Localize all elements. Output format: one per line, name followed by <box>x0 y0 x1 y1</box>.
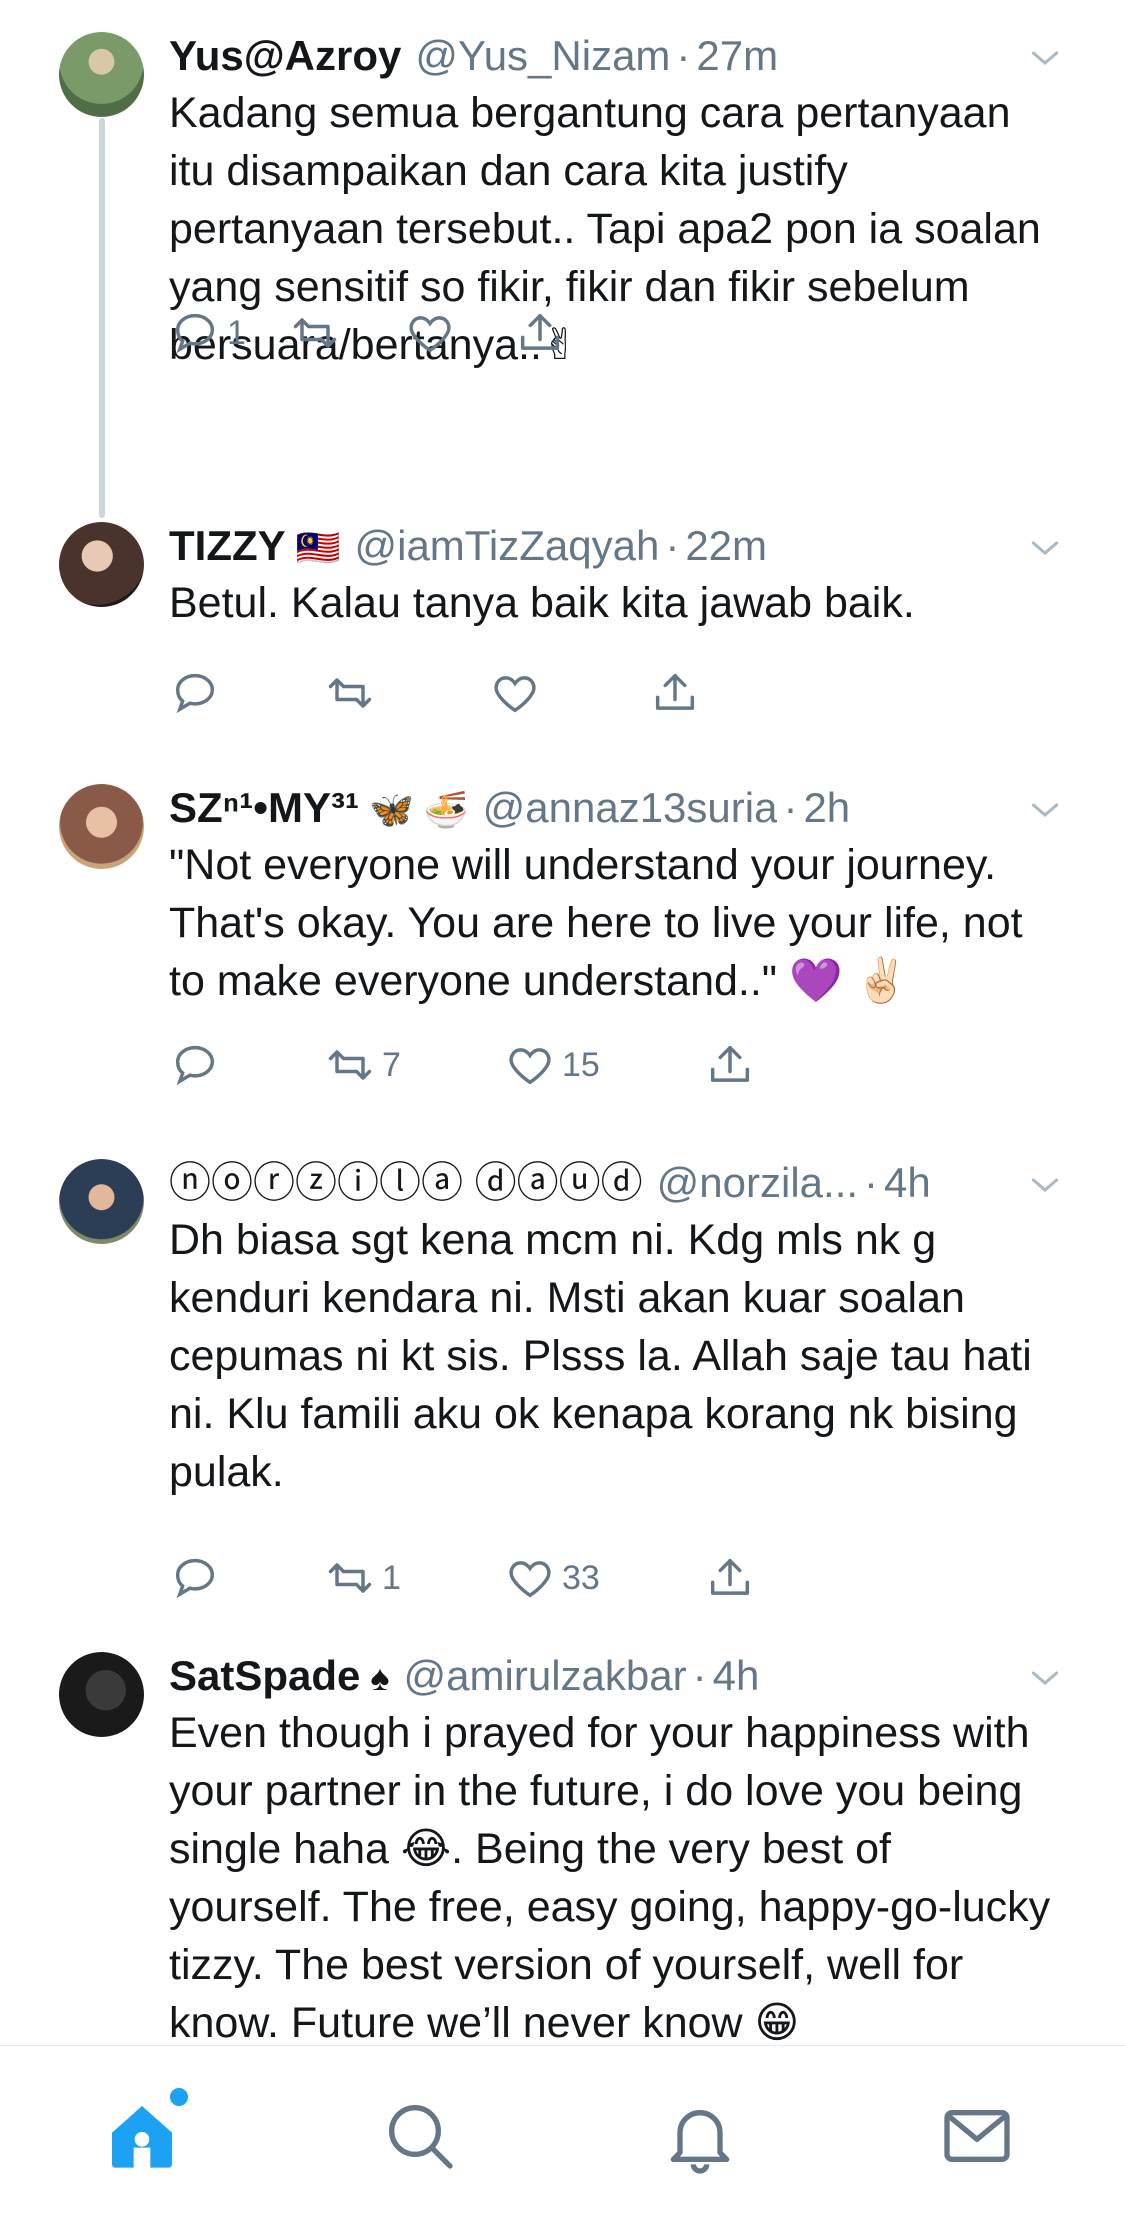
timestamp[interactable]: 2h <box>803 780 850 836</box>
share-button[interactable] <box>514 303 566 363</box>
share-icon <box>710 1045 750 1082</box>
share-button[interactable] <box>704 1548 756 1608</box>
bottom-tab-bar <box>0 2045 1125 2215</box>
retweet-icon <box>293 318 337 348</box>
tab-home[interactable] <box>102 2088 188 2176</box>
retweet-count: 1 <box>382 1558 401 1597</box>
thread-connector-line <box>99 118 105 518</box>
tweet-actions <box>169 663 769 723</box>
retweet-button[interactable] <box>289 303 347 363</box>
reply-icon <box>175 1045 215 1086</box>
reply-button[interactable] <box>169 663 227 723</box>
timestamp[interactable]: 4h <box>713 1648 760 1704</box>
username[interactable]: @amirulzakbar <box>404 1648 687 1704</box>
display-name[interactable]: SatSpade <box>169 1648 360 1704</box>
like-button[interactable] <box>489 663 547 723</box>
username[interactable]: @annaz13suria <box>483 780 778 836</box>
retweet-icon <box>328 678 372 708</box>
tweet-actions: 1 <box>169 303 769 363</box>
reply-button[interactable]: 1 <box>169 303 246 363</box>
username[interactable]: @norzila... <box>657 1155 858 1211</box>
search-icon <box>389 2105 453 2169</box>
reply-button[interactable] <box>169 1035 227 1095</box>
spade-emoji: ♠ <box>370 1657 390 1698</box>
avatar[interactable] <box>59 32 144 117</box>
display-name[interactable]: SZⁿ¹•MY³¹ <box>169 780 359 836</box>
like-button[interactable]: 15 <box>504 1035 600 1095</box>
tab-notifications[interactable] <box>660 2096 740 2176</box>
reply-count: 1 <box>227 313 246 352</box>
tweet-header: TIZZY 🇲🇾 @iamTizZaqyah · 22m <box>169 518 1065 574</box>
tweet-text: Dh biasa sgt kena mcm ni. Kdg mls nk g k… <box>169 1216 1032 1496</box>
share-icon <box>520 313 560 350</box>
flag-emoji: 🇲🇾 <box>295 527 341 568</box>
like-button[interactable]: 33 <box>504 1548 600 1608</box>
tweet-header: SZⁿ¹•MY³¹ 🦋 🍜 @annaz13suria · 2h <box>169 780 1065 836</box>
chevron-down-icon[interactable] <box>1025 790 1065 830</box>
tweet-text: "Not everyone will understand your journ… <box>169 841 1023 1005</box>
heart-icon <box>409 316 451 353</box>
share-icon <box>655 673 695 710</box>
username[interactable]: @iamTizZaqyah <box>354 518 659 574</box>
display-name[interactable]: ⓝⓞⓡⓩⓘⓛⓐ ⓓⓐⓤⓓ <box>169 1155 643 1211</box>
mail-icon <box>944 2110 1010 2162</box>
chevron-down-icon[interactable] <box>1025 38 1065 78</box>
share-icon <box>710 1558 750 1595</box>
avatar[interactable] <box>59 522 144 607</box>
timestamp[interactable]: 22m <box>685 518 767 574</box>
separator-dot: · <box>783 784 798 831</box>
tab-search[interactable] <box>380 2096 460 2176</box>
name-emoji: 🦋 🍜 <box>368 789 469 830</box>
share-button[interactable] <box>649 663 701 723</box>
tweet-header: Yus@Azroy @Yus_Nizam · 27m <box>169 28 1065 84</box>
tweet-text: Betul. Kalau tanya baik kita jawab baik. <box>169 579 915 627</box>
reply-icon <box>175 313 215 354</box>
username[interactable]: @Yus_Nizam <box>415 28 670 84</box>
retweet-icon <box>328 1050 372 1080</box>
separator-dot: · <box>665 522 680 569</box>
avatar[interactable] <box>59 784 144 869</box>
heart-icon <box>509 1561 551 1598</box>
separator-dot: · <box>676 32 691 79</box>
share-button[interactable] <box>704 1035 756 1095</box>
timestamp[interactable]: 4h <box>884 1155 931 1211</box>
tweet-text: Even though i prayed for your happiness … <box>169 1709 1051 2047</box>
retweet-button[interactable]: 1 <box>324 1548 401 1608</box>
bell-icon <box>670 2110 730 2174</box>
heart-icon <box>509 1048 551 1085</box>
chevron-down-icon[interactable] <box>1025 1658 1065 1698</box>
avatar[interactable] <box>59 1159 144 1244</box>
like-button[interactable] <box>404 303 462 363</box>
like-count: 33 <box>562 1558 600 1597</box>
separator-dot: · <box>864 1159 879 1206</box>
new-content-indicator <box>170 2088 188 2106</box>
reply-icon <box>175 673 215 714</box>
display-name[interactable]: Yus@Azroy <box>169 28 401 84</box>
chevron-down-icon[interactable] <box>1025 1165 1065 1205</box>
home-icon <box>112 2106 172 2168</box>
tweet-actions: 1 33 <box>169 1548 769 1608</box>
retweet-button[interactable] <box>324 663 382 723</box>
tab-messages[interactable] <box>937 2096 1017 2176</box>
tweet-header: SatSpade ♠ @amirulzakbar · 4h <box>169 1648 1065 1704</box>
retweet-icon <box>328 1563 372 1593</box>
tweet-header: ⓝⓞⓡⓩⓘⓛⓐ ⓓⓐⓤⓓ @norzila... · 4h <box>169 1155 1065 1211</box>
like-count: 15 <box>562 1045 600 1084</box>
timestamp[interactable]: 27m <box>696 28 778 84</box>
retweet-button[interactable]: 7 <box>324 1035 401 1095</box>
reply-button[interactable] <box>169 1548 227 1608</box>
chevron-down-icon[interactable] <box>1025 528 1065 568</box>
retweet-count: 7 <box>382 1045 401 1084</box>
avatar[interactable] <box>59 1652 144 1737</box>
separator-dot: · <box>692 1652 707 1699</box>
reply-icon <box>175 1558 215 1599</box>
tweet-actions: 7 15 <box>169 1035 769 1095</box>
heart-icon <box>494 676 536 713</box>
display-name[interactable]: TIZZY <box>169 518 286 574</box>
